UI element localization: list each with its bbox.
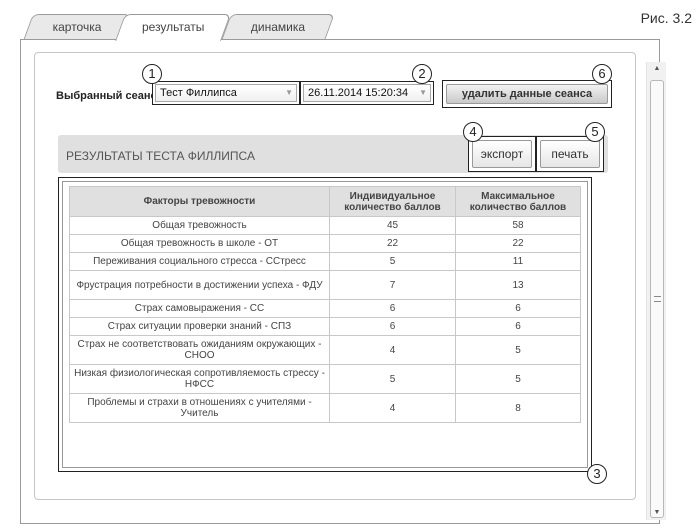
max-score-cell: 13: [455, 270, 581, 300]
tab-results-label: результаты: [141, 20, 205, 34]
results-table-frame: Факторы тревожности Индивидуальное колич…: [58, 177, 592, 472]
tab-dynamics-label: динамика: [250, 20, 306, 34]
individual-score-cell: 4: [329, 335, 456, 365]
table-row: Переживания социального стресса - ССтрес…: [69, 252, 581, 271]
individual-score-cell: 45: [329, 216, 456, 235]
table-row: Фрустрация потребности в достижении успе…: [69, 270, 581, 300]
table-row: Низкая физиологическая сопротивляемость …: [69, 364, 581, 394]
column-header: Факторы тревожности: [69, 186, 330, 217]
callout-5: 5: [585, 122, 605, 142]
datetime-select-frame: 26.11.2014 15:20:34 ▼: [300, 81, 434, 105]
tab-dynamics[interactable]: динамика: [221, 14, 335, 40]
max-score-cell: 6: [455, 299, 581, 318]
max-score-cell: 58: [455, 216, 581, 235]
results-title: РЕЗУЛЬТАТЫ ТЕСТА ФИЛЛИПСА: [66, 149, 255, 163]
factor-cell: Фрустрация потребности в достижении успе…: [69, 270, 330, 300]
delete-session-button[interactable]: удалить данные сеанса: [446, 84, 608, 104]
factor-cell: Страх самовыражения - СС: [69, 299, 330, 318]
factor-cell: Проблемы и страхи в отношениях с учителя…: [69, 393, 330, 423]
datetime-select-value: 26.11.2014 15:20:34: [308, 87, 409, 99]
callout-4: 4: [463, 122, 483, 142]
factor-cell: Общая тревожность в школе - ОТ: [69, 234, 330, 253]
test-select-frame: Тест Филлипса ▼: [152, 81, 300, 105]
scroll-down-icon[interactable]: ▼: [647, 506, 667, 520]
max-score-cell: 6: [455, 317, 581, 336]
grip-icon: [654, 296, 661, 302]
delete-button-frame: удалить данные сеанса: [442, 80, 612, 108]
export-button-frame: экспорт: [468, 136, 536, 172]
factor-cell: Страх ситуации проверки знаний - СПЗ: [69, 317, 330, 336]
max-score-cell: 8: [455, 393, 581, 423]
callout-2: 2: [412, 64, 432, 84]
max-score-cell: 22: [455, 234, 581, 253]
callout-6: 6: [592, 64, 612, 84]
results-table-container: Факторы тревожности Индивидуальное колич…: [62, 181, 588, 468]
individual-score-cell: 5: [329, 252, 456, 271]
tab-results[interactable]: результаты: [115, 14, 231, 41]
vertical-scrollbar[interactable]: ▲ ▼: [646, 62, 666, 520]
table-row: Общая тревожность 45 58: [69, 216, 581, 235]
print-button[interactable]: печать: [540, 140, 600, 168]
session-label: Выбранный сеанс: [56, 90, 157, 102]
tab-card[interactable]: карточка: [23, 14, 131, 40]
table-row: Страх ситуации проверки знаний - СПЗ 6 6: [69, 317, 581, 336]
tab-card-label: карточка: [52, 20, 102, 34]
scroll-thumb[interactable]: [650, 80, 664, 518]
individual-score-cell: 7: [329, 270, 456, 300]
individual-score-cell: 6: [329, 299, 456, 318]
table-row: Общая тревожность в школе - ОТ 22 22: [69, 234, 581, 253]
table-row: Страх не соответствовать ожиданиям окруж…: [69, 335, 581, 365]
test-select[interactable]: Тест Филлипса ▼: [155, 84, 297, 102]
individual-score-cell: 22: [329, 234, 456, 253]
table-row: Страх самовыражения - СС 6 6: [69, 299, 581, 318]
scroll-up-icon[interactable]: ▲: [647, 62, 667, 76]
max-score-cell: 11: [455, 252, 581, 271]
max-score-cell: 5: [455, 335, 581, 365]
callout-1: 1: [142, 64, 162, 84]
factor-cell: Переживания социального стресса - ССтрес…: [69, 252, 330, 271]
individual-score-cell: 5: [329, 364, 456, 394]
results-table: Факторы тревожности Индивидуальное колич…: [69, 186, 581, 423]
chevron-down-icon: ▼: [419, 88, 427, 97]
test-select-value: Тест Филлипса: [160, 87, 237, 99]
table-header-row: Факторы тревожности Индивидуальное колич…: [69, 186, 581, 217]
individual-score-cell: 4: [329, 393, 456, 423]
factor-cell: Общая тревожность: [69, 216, 330, 235]
individual-score-cell: 6: [329, 317, 456, 336]
max-score-cell: 5: [455, 364, 581, 394]
column-header: Индивидуальное количество баллов: [329, 186, 456, 217]
factor-cell: Страх не соответствовать ожиданиям окруж…: [69, 335, 330, 365]
column-header: Максимальное количество баллов: [455, 186, 581, 217]
table-row: Проблемы и страхи в отношениях с учителя…: [69, 393, 581, 423]
factor-cell: Низкая физиологическая сопротивляемость …: [69, 364, 330, 394]
callout-3: 3: [587, 464, 607, 484]
datetime-select[interactable]: 26.11.2014 15:20:34 ▼: [303, 84, 431, 102]
chevron-down-icon: ▼: [285, 88, 293, 97]
export-button[interactable]: экспорт: [472, 140, 532, 168]
tab-bar: карточка динамика результаты: [20, 14, 660, 41]
